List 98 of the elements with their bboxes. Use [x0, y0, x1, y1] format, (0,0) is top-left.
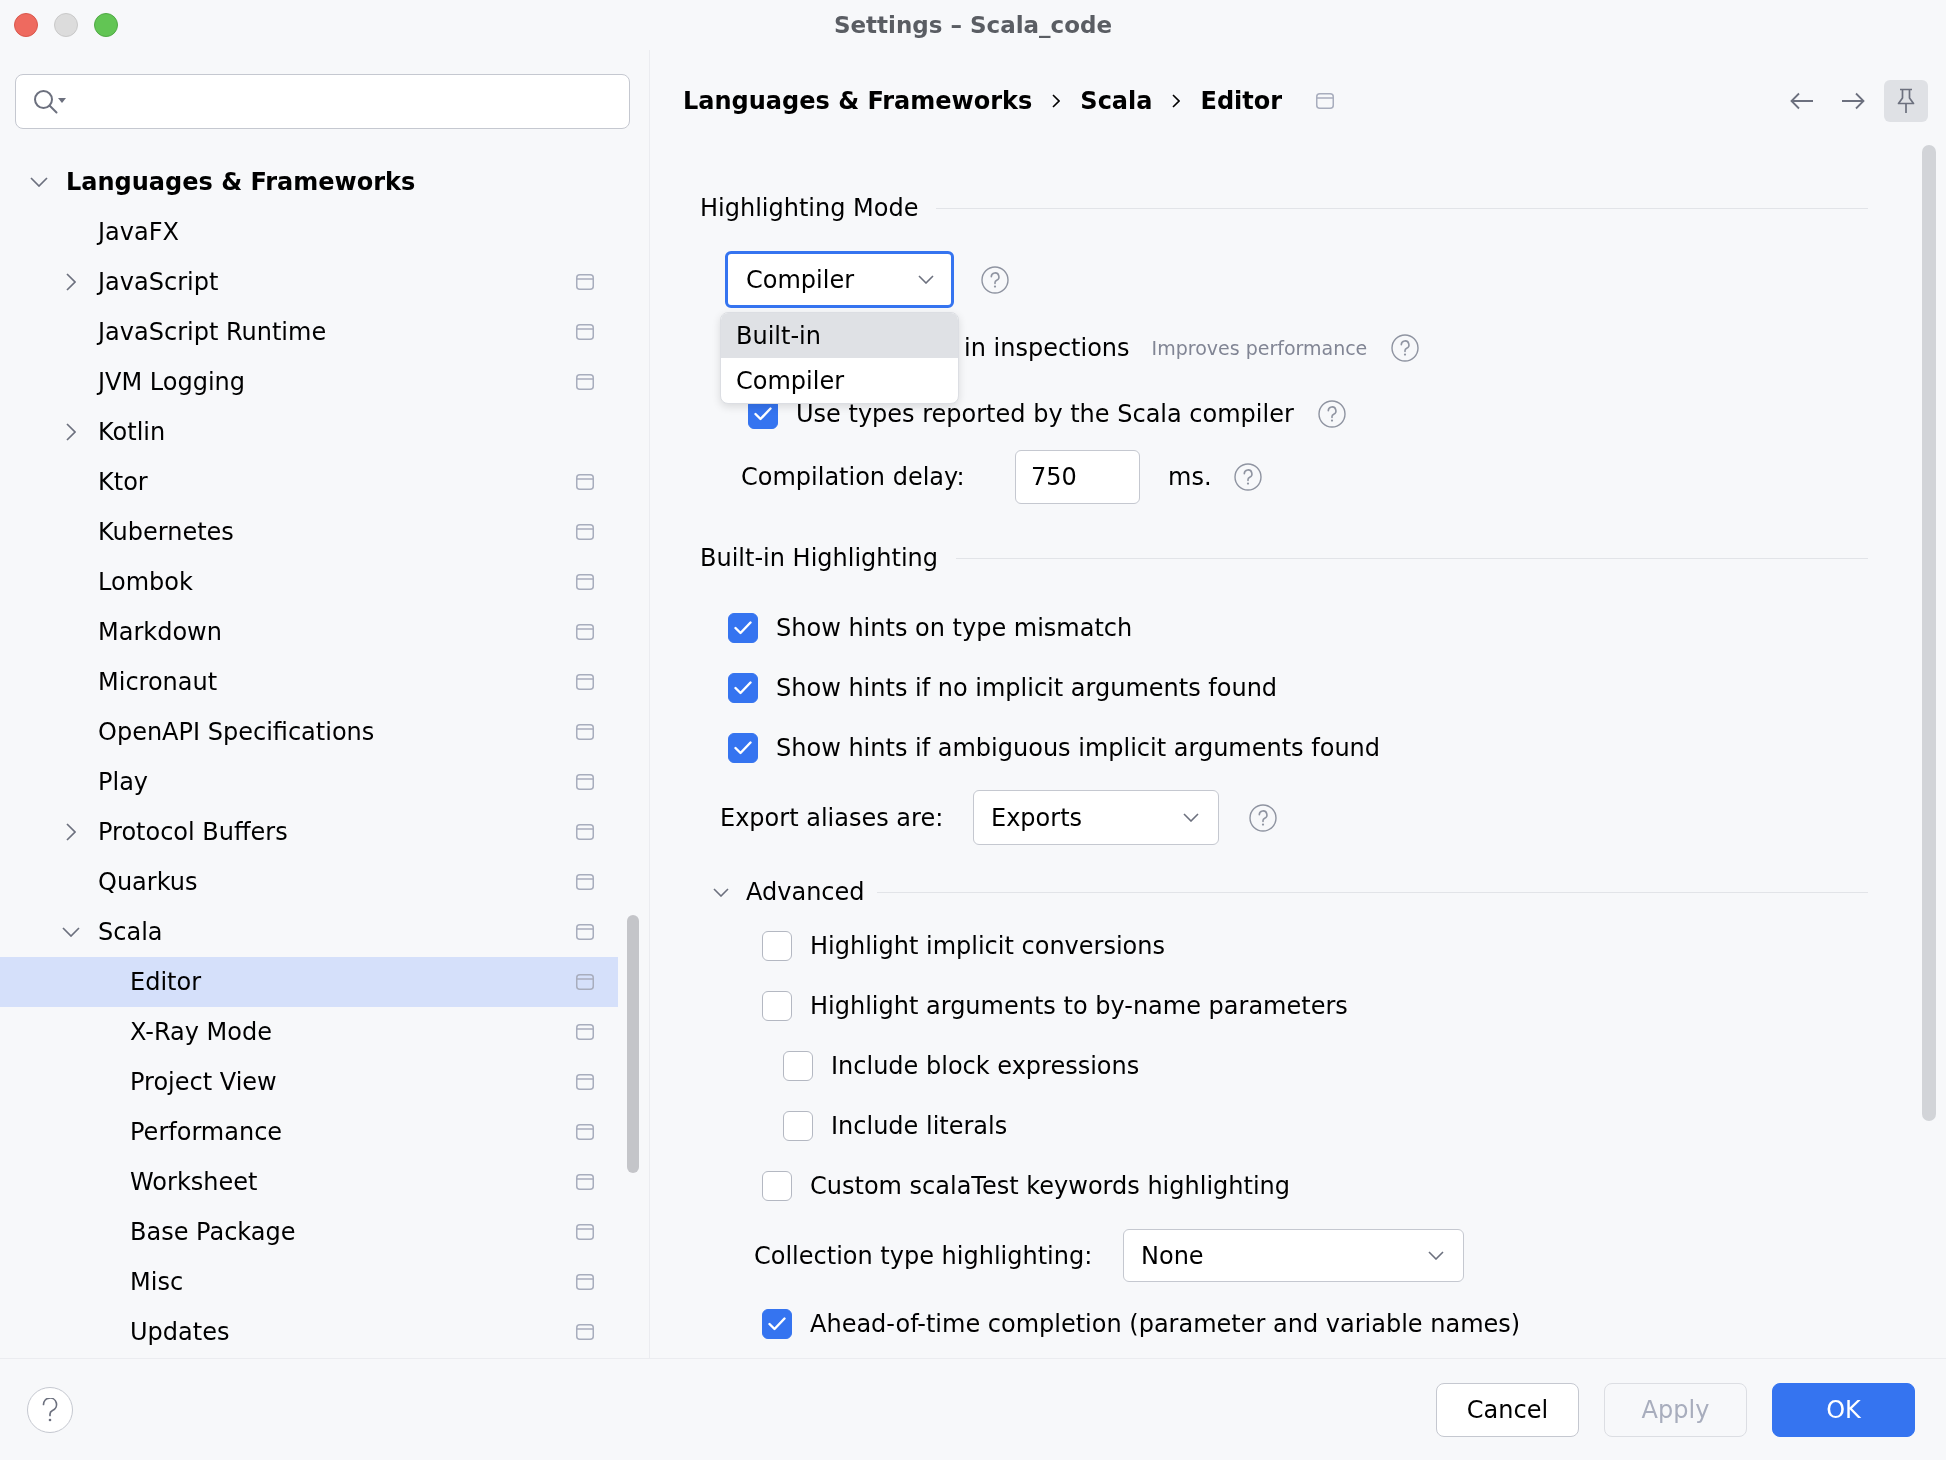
option-label: Show hints on type mismatch [776, 614, 1133, 642]
tree-item[interactable]: Lombok [0, 557, 618, 607]
check-icon [754, 407, 772, 421]
help-button[interactable] [27, 1386, 73, 1433]
back-arrow-icon[interactable] [1790, 92, 1814, 110]
unit-label: ms. [1168, 463, 1212, 491]
search-icon [33, 88, 67, 115]
chevron-down-icon[interactable] [713, 887, 729, 897]
check-icon [768, 1317, 786, 1331]
breadcrumb-item[interactable]: Languages & Frameworks [683, 87, 1033, 115]
menu-item[interactable]: Compiler [721, 358, 958, 403]
tree-item[interactable]: Kubernetes [0, 507, 618, 557]
help-icon[interactable] [1391, 334, 1420, 362]
tree-item[interactable]: Ktor [0, 457, 618, 507]
pin-icon [1896, 88, 1916, 114]
dialog-button[interactable]: Cancel [1436, 1382, 1579, 1437]
dropdown[interactable]: None [1123, 1229, 1464, 1282]
option-label: Use types reported by the Scala compiler [796, 400, 1294, 428]
option-label: Show hints if no implicit arguments found [776, 674, 1278, 702]
scrollbar-thumb[interactable] [1922, 145, 1936, 1121]
checkbox[interactable] [783, 1111, 813, 1141]
tree-item[interactable]: Performance [0, 1107, 618, 1157]
tree-item[interactable]: Worksheet [0, 1157, 618, 1207]
chevron-right-icon[interactable] [66, 823, 76, 841]
forward-arrow-icon[interactable] [1841, 92, 1865, 110]
chevron-right-icon[interactable] [66, 273, 76, 291]
dropdown[interactable]: Exports [973, 790, 1219, 845]
checkbox[interactable] [762, 991, 792, 1021]
help-icon[interactable] [1233, 463, 1262, 491]
dropdown[interactable]: Compiler [725, 251, 954, 308]
pin-button[interactable] [1884, 80, 1928, 122]
tree-item[interactable]: JavaScript Runtime [0, 307, 618, 357]
checkbox[interactable] [728, 613, 758, 643]
chevron-right-icon [1052, 94, 1061, 108]
tree-item[interactable]: Micronaut [0, 657, 618, 707]
help-icon[interactable] [1317, 400, 1346, 428]
field-label: Compilation delay: [741, 463, 966, 491]
tree-item[interactable]: Kotlin [0, 407, 618, 457]
option-label: Custom scalaTest keywords highlighting [810, 1172, 1290, 1200]
help-icon[interactable] [981, 265, 1009, 294]
option-label: Show hints if ambiguous implicit arguments found [776, 734, 1381, 762]
primary-button[interactable]: OK [1772, 1382, 1915, 1437]
section-title: Highlighting Mode [700, 194, 919, 222]
section-title: Built-in Highlighting [700, 544, 939, 572]
tree-item[interactable]: OpenAPI Specifications [0, 707, 618, 757]
option-label: Include literals [831, 1112, 1008, 1140]
field-label: Export aliases are: [720, 803, 945, 832]
tree-item[interactable]: Misc [0, 1257, 618, 1307]
checkbox[interactable] [762, 931, 792, 961]
checkbox[interactable] [783, 1051, 813, 1081]
chevron-right-icon [1172, 94, 1181, 108]
tree-item[interactable]: Languages & Frameworks [0, 157, 618, 207]
option-label: in inspections [964, 334, 1130, 362]
checkbox[interactable] [728, 733, 758, 763]
search-field[interactable] [15, 74, 630, 129]
window-icon [1316, 93, 1335, 109]
window-title: Settings – Scala_code [833, 12, 1113, 38]
tree-item[interactable]: Project View [0, 1057, 618, 1107]
tree-item[interactable]: Base Package [0, 1207, 618, 1257]
help-icon [42, 1397, 58, 1422]
help-icon[interactable] [1249, 803, 1277, 832]
option-label: Ahead-of-time completion (parameter and variable names) [810, 1310, 1521, 1338]
option-label: Include block expressions [831, 1052, 1140, 1080]
check-icon [734, 621, 752, 635]
tree-item[interactable]: Markdown [0, 607, 618, 657]
hint-text: Improves performance [1151, 337, 1368, 359]
check-icon [734, 741, 752, 755]
section-title[interactable]: Advanced [746, 878, 865, 906]
close-button[interactable] [14, 13, 38, 37]
number-field[interactable]: 750 [1015, 450, 1140, 504]
tree-item[interactable]: Play [0, 757, 618, 807]
chevron-down-icon [918, 275, 934, 284]
chevron-down-icon[interactable] [30, 177, 48, 187]
tree-item[interactable]: Updates [0, 1307, 618, 1357]
tree-item[interactable]: X-Ray Mode [0, 1007, 618, 1057]
tree-item[interactable]: Protocol Buffers [0, 807, 618, 857]
chevron-down-icon [1428, 1251, 1444, 1260]
breadcrumb-item[interactable]: Scala [1080, 87, 1153, 115]
option-label: Highlight arguments to by-name parameters [810, 992, 1348, 1020]
tree-item[interactable]: Editor [0, 957, 618, 1007]
tree-item[interactable]: JavaFX [0, 207, 618, 257]
chevron-down-icon [1183, 813, 1199, 822]
menu-item[interactable]: Built-in [721, 313, 958, 358]
breadcrumb-item[interactable]: Editor [1200, 87, 1283, 115]
tree-item[interactable]: Quarkus [0, 857, 618, 907]
option-label: Highlight implicit conversions [810, 932, 1165, 960]
scrollbar-thumb[interactable] [627, 915, 639, 1173]
chevron-down-icon[interactable] [62, 927, 80, 937]
check-icon [734, 681, 752, 695]
chevron-right-icon[interactable] [66, 423, 76, 441]
checkbox[interactable] [762, 1309, 792, 1339]
tree-item[interactable]: JavaScript [0, 257, 618, 307]
tree-item[interactable]: Scala [0, 907, 618, 957]
checkbox[interactable] [728, 673, 758, 703]
checkbox[interactable] [762, 1171, 792, 1201]
tree-item[interactable]: JVM Logging [0, 357, 618, 407]
zoom-button[interactable] [94, 13, 118, 37]
field-label: Collection type highlighting: [754, 1241, 1094, 1270]
